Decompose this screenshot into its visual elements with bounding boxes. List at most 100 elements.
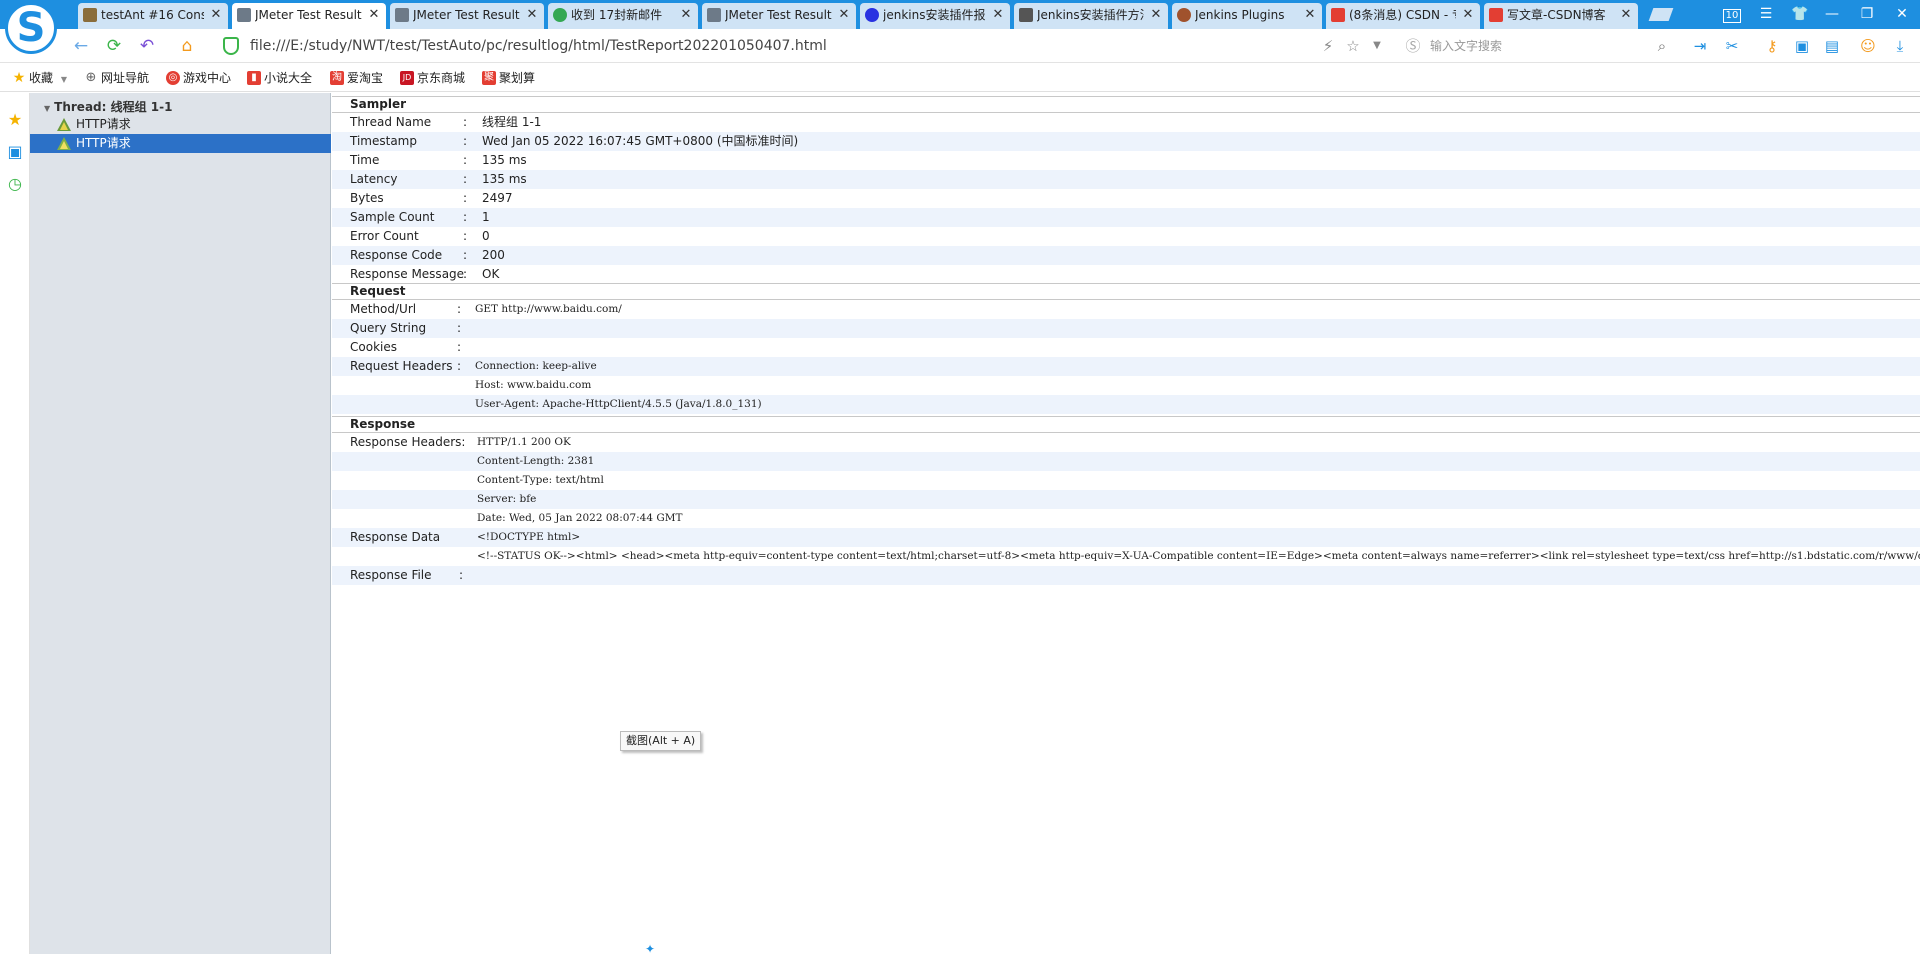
- bookmark-nav[interactable]: ⊕ 网址导航: [84, 69, 149, 87]
- tree-item-http-request-selected[interactable]: HTTP请求: [30, 134, 331, 153]
- close-icon[interactable]: ✕: [837, 3, 851, 27]
- search-icon[interactable]: ⌕: [1652, 36, 1672, 56]
- search-engine-icon[interactable]: Ⓢ: [1403, 36, 1423, 56]
- bookmark-novels[interactable]: ▮ 小说大全: [247, 69, 312, 87]
- tab-label: jenkins安装插件报错: [883, 8, 986, 22]
- tab-label: Jenkins Plugins: [1195, 8, 1285, 22]
- back-icon[interactable]: ←: [70, 35, 92, 57]
- field-label: Time: [350, 153, 380, 167]
- emoji-icon[interactable]: ☺: [1858, 36, 1878, 56]
- globe-icon: ⊕: [85, 70, 97, 85]
- response-header-line: Date: Wed, 05 Jan 2022 08:07:44 GMT: [477, 512, 683, 524]
- reader-icon[interactable]: ▤: [1822, 36, 1842, 56]
- favorites-star-icon[interactable]: ★: [6, 111, 24, 129]
- baidu-paw-favicon-icon: [865, 8, 879, 22]
- request-header-line: User-Agent: Apache-HttpClient/4.5.5 (Jav…: [475, 398, 762, 410]
- search-input[interactable]: 输入文字搜索: [1400, 34, 1670, 58]
- new-tab-icon[interactable]: [1648, 3, 1674, 25]
- request-headers-row: User-Agent: Apache-HttpClient/4.5.5 (Jav…: [332, 395, 1920, 414]
- response-header-line: Server: bfe: [477, 493, 537, 505]
- separator: :: [457, 359, 462, 373]
- tab-6[interactable]: Jenkins安装插件方法 ✕: [1014, 3, 1168, 29]
- bookmark-favorites[interactable]: ★ 收藏 ▼: [12, 69, 67, 87]
- tab-7[interactable]: Jenkins Plugins ✕: [1172, 3, 1322, 29]
- address-toolbar: ← ⟳ ↶ ⌂ file:///E:/study/NWT/test/TestAu…: [0, 29, 1920, 63]
- separator: :: [463, 172, 468, 186]
- separator: :: [463, 267, 468, 281]
- bookmark-juhuasuan[interactable]: 聚 聚划算: [482, 69, 535, 87]
- collapse-triangle-icon[interactable]: ▼: [44, 104, 50, 113]
- tab-label: (8条消息) CSDN - 专业开发者社区: [1349, 8, 1456, 22]
- chevron-down-icon[interactable]: ▼: [1367, 36, 1387, 56]
- close-icon[interactable]: ✕: [679, 3, 693, 27]
- jenkins-favicon-icon: [83, 8, 97, 22]
- tab-label: 写文章-CSDN博客: [1507, 8, 1606, 22]
- window-close-icon[interactable]: ✕: [1890, 3, 1914, 25]
- close-icon[interactable]: ✕: [1303, 3, 1317, 27]
- lightning-icon[interactable]: ⚡: [1318, 36, 1338, 56]
- menu-icon[interactable]: ☰: [1754, 3, 1778, 25]
- reading-list-icon[interactable]: ▣: [6, 143, 24, 161]
- tab-8[interactable]: (8条消息) CSDN - 专业开发者社区 ✕: [1326, 3, 1480, 29]
- field-label: Bytes: [350, 191, 384, 205]
- tab-9[interactable]: 写文章-CSDN博客 ✕: [1484, 3, 1638, 29]
- close-icon[interactable]: ✕: [1461, 3, 1475, 27]
- tab-3[interactable]: 收到 17封新邮件 ✕: [548, 3, 698, 29]
- undo-close-icon[interactable]: ↶: [136, 35, 158, 57]
- field-value: 135 ms: [482, 153, 527, 167]
- jenkins-favicon-icon: [1177, 8, 1191, 22]
- close-icon[interactable]: ✕: [525, 3, 539, 27]
- bookmarks-bar: ★ 收藏 ▼ ⊕ 网址导航 ◎ 游戏中心 ▮ 小说大全 淘 爱淘宝 JD 京东商…: [0, 63, 1920, 92]
- tab-label: JMeter Test Results: [413, 8, 520, 22]
- home-icon[interactable]: ⌂: [176, 35, 198, 57]
- tab-1[interactable]: JMeter Test Results ✕: [232, 3, 386, 29]
- field-label: Response Code: [350, 248, 443, 262]
- bookmark-label: 收藏: [29, 71, 54, 85]
- separator: :: [457, 340, 462, 354]
- close-icon[interactable]: ✕: [991, 3, 1005, 27]
- skin-icon[interactable]: 👕: [1788, 3, 1812, 25]
- tab-5[interactable]: jenkins安装插件报错 ✕: [860, 3, 1010, 29]
- game-icon: ◎: [166, 71, 180, 85]
- response-header-line: Content-Length: 2381: [477, 455, 595, 467]
- scissors-icon[interactable]: ✂: [1722, 36, 1742, 56]
- tree-item-http-request[interactable]: HTTP请求: [30, 115, 331, 134]
- sampler-row: Sample Count:1: [332, 208, 1920, 227]
- bookmark-taobao[interactable]: 淘 爱淘宝: [330, 69, 383, 87]
- field-value: 1: [482, 210, 490, 224]
- translate-icon[interactable]: ▣: [1792, 36, 1812, 56]
- security-shield-icon: [223, 37, 239, 55]
- refresh-icon[interactable]: ⟳: [103, 35, 125, 57]
- key-icon[interactable]: ⚷: [1762, 36, 1782, 56]
- tab-label: JMeter Test Results: [255, 8, 362, 22]
- close-icon[interactable]: ✕: [1149, 3, 1163, 27]
- login-icon[interactable]: ⇥: [1690, 36, 1710, 56]
- bookmark-star-icon[interactable]: ☆: [1343, 36, 1363, 56]
- field-label: Request Headers: [350, 359, 453, 373]
- tab-4[interactable]: JMeter Test Results ✕: [702, 3, 856, 29]
- restore-icon[interactable]: ❐: [1855, 3, 1879, 25]
- field-label: Thread Name: [350, 115, 432, 129]
- chevron-down-icon: ▼: [60, 75, 67, 84]
- success-sampler-icon: [57, 137, 71, 150]
- book-icon: ▮: [247, 71, 261, 85]
- sampler-row: Thread Name: 线程组 1-1: [332, 113, 1920, 132]
- address-input[interactable]: file:///E:/study/NWT/test/TestAuto/pc/re…: [250, 35, 1300, 57]
- download-icon[interactable]: ⤓: [1890, 36, 1910, 56]
- history-clock-icon[interactable]: ◷: [6, 175, 24, 193]
- field-label: Response File: [350, 568, 432, 582]
- sampler-row: Timestamp: Wed Jan 05 2022 16:07:45 GMT+0…: [332, 132, 1920, 151]
- minimize-icon[interactable]: —: [1820, 3, 1844, 25]
- bookmark-games[interactable]: ◎ 游戏中心: [166, 69, 231, 87]
- close-icon[interactable]: ✕: [367, 3, 381, 27]
- field-label: Response Message: [350, 267, 465, 281]
- tab-count-badge[interactable]: 10: [1720, 3, 1744, 25]
- tab-0[interactable]: testAnt #16 Console ✕: [78, 3, 228, 29]
- close-icon[interactable]: ✕: [209, 3, 223, 27]
- browser-logo-icon[interactable]: S: [5, 2, 57, 54]
- close-icon[interactable]: ✕: [1619, 3, 1633, 27]
- document-favicon-icon: [395, 8, 409, 22]
- tab-2[interactable]: JMeter Test Results ✕: [390, 3, 544, 29]
- sampler-row: Error Count:0: [332, 227, 1920, 246]
- bookmark-jd[interactable]: JD 京东商城: [400, 69, 465, 87]
